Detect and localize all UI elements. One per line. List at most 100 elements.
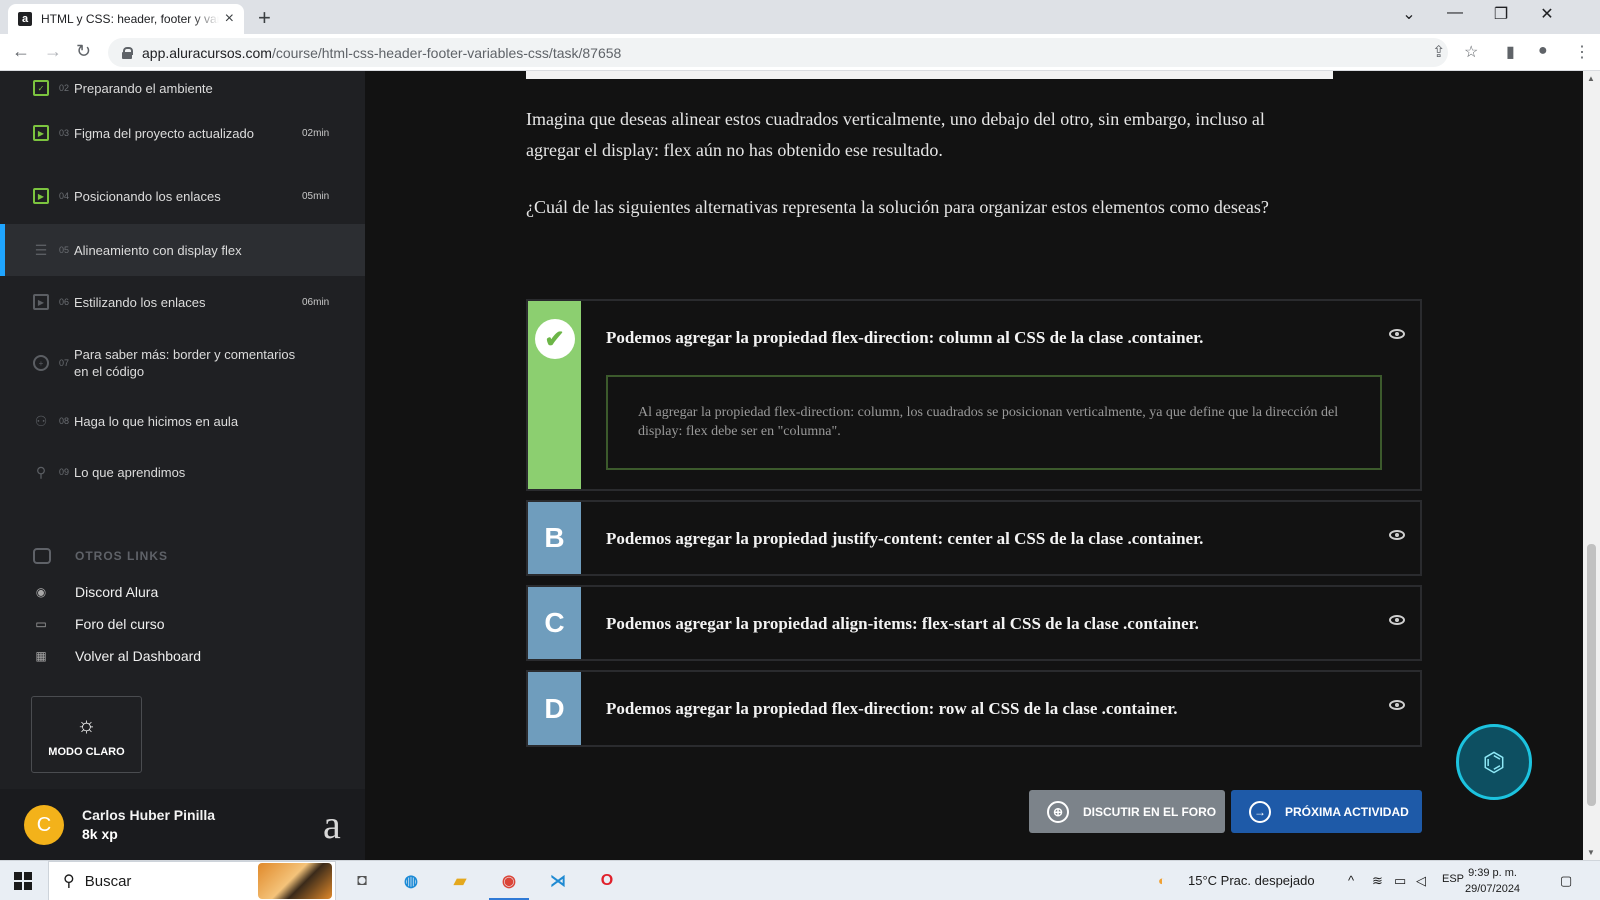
eye-icon[interactable] <box>1389 530 1405 540</box>
notifications-icon[interactable]: ▢ <box>1560 873 1572 889</box>
browser-tab-bar: a HTML y CSS: header, footer y variables… <box>0 0 1600 34</box>
new-tab-icon[interactable]: + <box>258 5 271 31</box>
bookmark-star-icon[interactable]: ☆ <box>1464 42 1478 62</box>
user-panel[interactable]: C Carlos Huber Pinilla 8k xp a <box>0 789 365 860</box>
sidebar-lesson-08[interactable]: ⚇ 08 Haga lo que hicimos en aula <box>0 412 365 430</box>
sidebar-lesson-09[interactable]: ⚲ 09 Lo que aprendimos <box>0 463 365 481</box>
link-discord[interactable]: ◉ Discord Alura <box>33 584 159 600</box>
activity-content: Imagina que deseas alinear estos cuadrad… <box>365 71 1583 860</box>
battery-icon[interactable]: ▭ <box>1394 873 1406 889</box>
option-letter: ✔ <box>528 301 581 489</box>
video-play-icon: ▶ <box>33 294 49 310</box>
person-icon: ⚲ <box>35 463 47 480</box>
restore-icon[interactable]: ❐ <box>1478 4 1524 24</box>
browser-toolbar: ← → ↻ app.aluracursos.com/course/html-cs… <box>0 34 1600 71</box>
forward-icon[interactable]: → <box>44 41 62 62</box>
sidebar-lesson-05[interactable]: ☰ 05 Alineamiento con display flex <box>0 224 365 276</box>
link-label: Volver al Dashboard <box>75 648 202 664</box>
tray-chevron-icon[interactable]: ^ <box>1348 873 1354 888</box>
side-panel-icon[interactable]: ▮ <box>1506 42 1515 62</box>
lesson-number: 05 <box>59 245 70 255</box>
scrollbar-thumb[interactable] <box>1587 544 1596 806</box>
lesson-label: Estilizando los enlaces <box>74 294 206 310</box>
back-icon[interactable]: ← <box>12 41 30 62</box>
eye-icon[interactable] <box>1389 329 1405 339</box>
alura-logo-icon: a <box>323 802 341 847</box>
link-foro[interactable]: ▭ Foro del curso <box>33 616 164 632</box>
next-activity-button[interactable]: → PRÓXIMA ACTIVIDAD <box>1231 790 1422 833</box>
link-dashboard[interactable]: ▦ Volver al Dashboard <box>33 648 201 664</box>
lesson-number: 08 <box>59 416 70 426</box>
chrome-icon[interactable]: ◉ <box>489 867 529 900</box>
option-text: Podemos agregar la propiedad flex-direct… <box>606 328 1204 347</box>
discuss-forum-button[interactable]: ⊕ DISCUTIR EN EL FORO <box>1029 790 1225 833</box>
option-explanation: Al agregar la propiedad flex-direction: … <box>606 375 1382 470</box>
page-scrollbar[interactable]: ▲ ▼ <box>1583 71 1600 860</box>
video-play-icon: ▶ <box>33 188 49 204</box>
language-indicator[interactable]: ESP <box>1442 873 1464 885</box>
clipboard-check-icon: ✓ <box>33 80 49 96</box>
tab-search-icon[interactable]: ⌄ <box>1386 4 1432 24</box>
reload-icon[interactable]: ↻ <box>76 41 91 62</box>
share-icon[interactable]: ⇪ <box>1432 42 1445 62</box>
scroll-up-icon[interactable]: ▲ <box>1587 74 1595 83</box>
light-mode-label: MODO CLARO <box>48 745 125 758</box>
option-text: Podemos agregar la propiedad justify-con… <box>606 529 1204 548</box>
option-b[interactable]: B Podemos agregar la propiedad justify-c… <box>526 500 1422 576</box>
address-bar[interactable]: app.aluracursos.com/course/html-css-head… <box>108 38 1448 67</box>
eye-icon[interactable] <box>1389 615 1405 625</box>
sidebar-lesson-07[interactable]: + 07 Para saber más: border y comentario… <box>0 346 365 380</box>
sidebar-lesson-02[interactable]: ✓ 02 Preparando el ambiente <box>0 79 365 97</box>
lesson-label: Posicionando los enlaces <box>74 188 221 204</box>
links-icon <box>33 548 51 564</box>
option-letter: B <box>528 502 581 574</box>
opera-icon[interactable]: O <box>593 867 621 895</box>
profile-icon[interactable]: ● <box>1538 42 1548 60</box>
next-activity-label: PRÓXIMA ACTIVIDAD <box>1285 804 1409 819</box>
user-xp: 8k xp <box>82 826 118 842</box>
discuss-forum-label: DISCUTIR EN EL FORO <box>1083 804 1217 819</box>
vscode-icon[interactable]: ⋊ <box>544 867 572 895</box>
sidebar-lesson-04[interactable]: ▶ 04 Posicionando los enlaces 05min <box>0 187 365 205</box>
edge-icon[interactable]: ◍ <box>397 867 425 895</box>
otros-links-title: OTROS LINKS <box>75 549 169 563</box>
code-block-bottom <box>526 71 1333 79</box>
close-window-icon[interactable]: ✕ <box>1524 4 1570 24</box>
discord-icon: ◉ <box>35 585 47 599</box>
video-play-icon: ▶ <box>33 125 49 141</box>
eye-icon[interactable] <box>1389 700 1405 710</box>
checkmark-icon: ✔ <box>534 319 575 359</box>
option-c[interactable]: C Podemos agregar la propiedad align-ite… <box>526 585 1422 661</box>
minimize-icon[interactable]: — <box>1432 4 1478 22</box>
option-a[interactable]: ✔ Podemos agregar la propiedad flex-dire… <box>526 299 1422 491</box>
option-letter: C <box>528 587 581 659</box>
dashboard-icon: ▦ <box>35 649 47 663</box>
question-paragraph: Imagina que deseas alinear estos cuadrad… <box>526 109 1265 160</box>
file-explorer-icon[interactable]: ▰ <box>446 867 474 895</box>
task-view-icon[interactable]: ◘ <box>348 867 376 895</box>
light-mode-button[interactable]: ☼ MODO CLARO <box>31 696 142 773</box>
chatbot-icon[interactable]: ⌬ <box>1456 724 1532 800</box>
people-icon: ⚇ <box>34 412 48 429</box>
lesson-number: 04 <box>59 191 70 201</box>
user-name: Carlos Huber Pinilla <box>82 807 216 823</box>
lesson-number: 09 <box>59 467 70 477</box>
option-text: Podemos agregar la propiedad align-items… <box>606 614 1199 633</box>
weather-text[interactable]: 15°C Prac. despejado <box>1188 873 1315 888</box>
weather-icon: ◐ <box>1158 873 1166 888</box>
scroll-down-icon[interactable]: ▼ <box>1587 848 1595 857</box>
course-sidebar: ✓ 02 Preparando el ambiente ▶ 03 Figma d… <box>0 71 365 860</box>
lesson-label: Preparando el ambiente <box>74 80 213 96</box>
windows-start-icon[interactable] <box>14 872 32 890</box>
sidebar-lesson-06[interactable]: ▶ 06 Estilizando los enlaces 06min <box>0 293 365 311</box>
taskbar-clock[interactable]: 9:39 p. m. 29/07/2024 <box>1465 865 1520 897</box>
windows-taskbar: ⚲ Buscar ◘ ◍ ▰ ◉ ⋊ O ◐ 15°C Prac. despej… <box>0 860 1600 900</box>
browser-tab[interactable]: a HTML y CSS: header, footer y variables… <box>8 4 244 34</box>
wifi-icon[interactable]: ≋ <box>1372 873 1383 889</box>
close-tab-icon[interactable]: × <box>225 10 234 28</box>
otros-links-heading: OTROS LINKS <box>33 548 168 564</box>
menu-kebab-icon[interactable]: ⋮ <box>1574 42 1590 62</box>
option-d[interactable]: D Podemos agregar la propiedad flex-dire… <box>526 670 1422 747</box>
volume-icon[interactable]: ◁ <box>1416 873 1426 889</box>
lesson-duration: 02min <box>302 127 330 139</box>
